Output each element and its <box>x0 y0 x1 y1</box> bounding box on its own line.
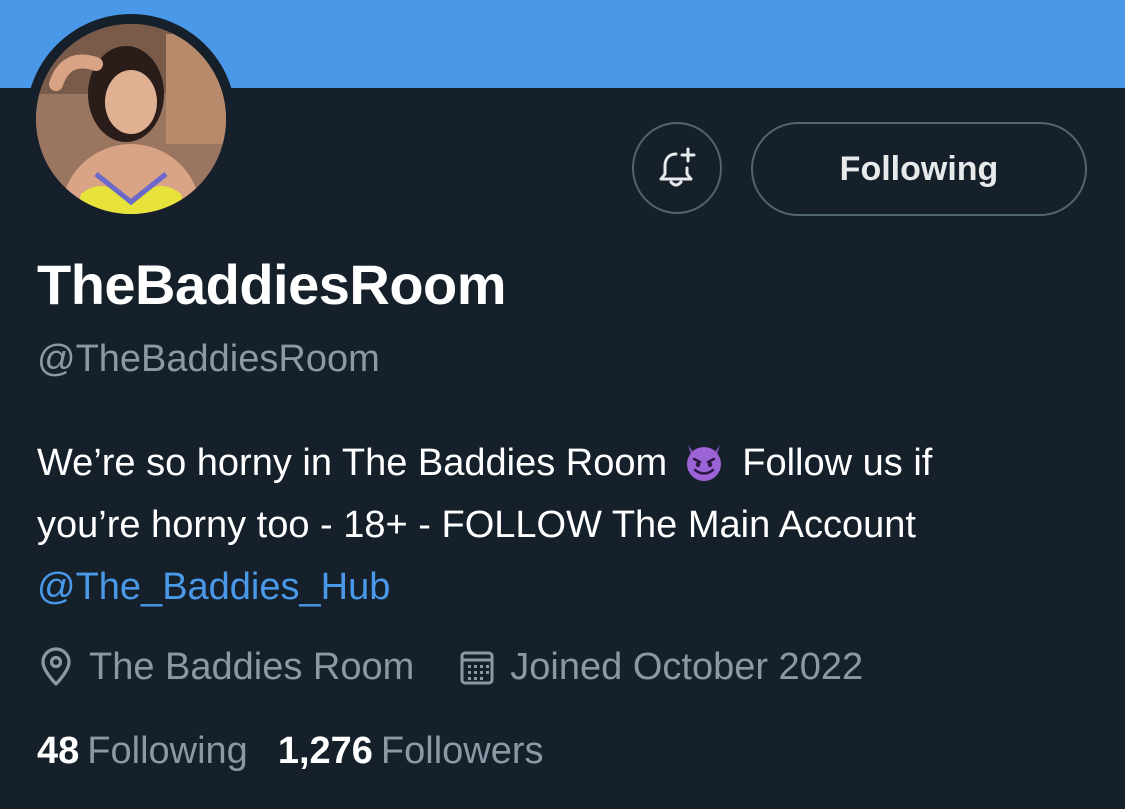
bio-text-part1: We’re so horny in The Baddies Room <box>37 442 668 484</box>
following-label: Following <box>87 730 248 772</box>
profile-meta: The Baddies Room Joined October 2022 <box>37 642 907 692</box>
avatar-ring <box>26 14 236 224</box>
join-date: Joined October 2022 <box>458 646 863 689</box>
avatar[interactable] <box>36 24 226 214</box>
location-text: The Baddies Room <box>89 645 415 688</box>
user-handle: @TheBaddiesRoom <box>37 338 380 380</box>
following-count-link[interactable]: 48 Following <box>37 730 248 773</box>
join-date-text: Joined October 2022 <box>510 645 864 688</box>
display-name: TheBaddiesRoom <box>37 253 507 316</box>
bio-line-3: @The_Baddies_Hub <box>37 556 1097 618</box>
bio-line-1: We’re so horny in The Baddies Room Follo… <box>37 432 1097 494</box>
profile-stats: 48 Following 1,276 Followers <box>37 730 574 773</box>
bio-mention-link[interactable]: @The_Baddies_Hub <box>37 566 390 608</box>
avatar-image <box>36 24 226 214</box>
followers-count-link[interactable]: 1,276 Followers <box>278 730 544 773</box>
followers-label: Followers <box>380 730 544 772</box>
notifications-button[interactable] <box>632 122 722 214</box>
location-pin-icon <box>41 647 71 686</box>
followers-count: 1,276 <box>277 730 373 772</box>
bell-plus-icon <box>659 147 696 187</box>
calendar-icon <box>460 651 494 685</box>
bio-text-part2: Follow us if <box>742 442 933 484</box>
following-button[interactable]: Following <box>751 122 1087 216</box>
bio: We’re so horny in The Baddies Room Follo… <box>37 432 1097 618</box>
location: The Baddies Room <box>37 646 414 689</box>
smiling-face-with-horns-icon <box>686 445 721 481</box>
following-count: 48 <box>37 730 80 772</box>
bio-line-2: you’re horny too - 18+ - FOLLOW The Main… <box>37 504 916 546</box>
